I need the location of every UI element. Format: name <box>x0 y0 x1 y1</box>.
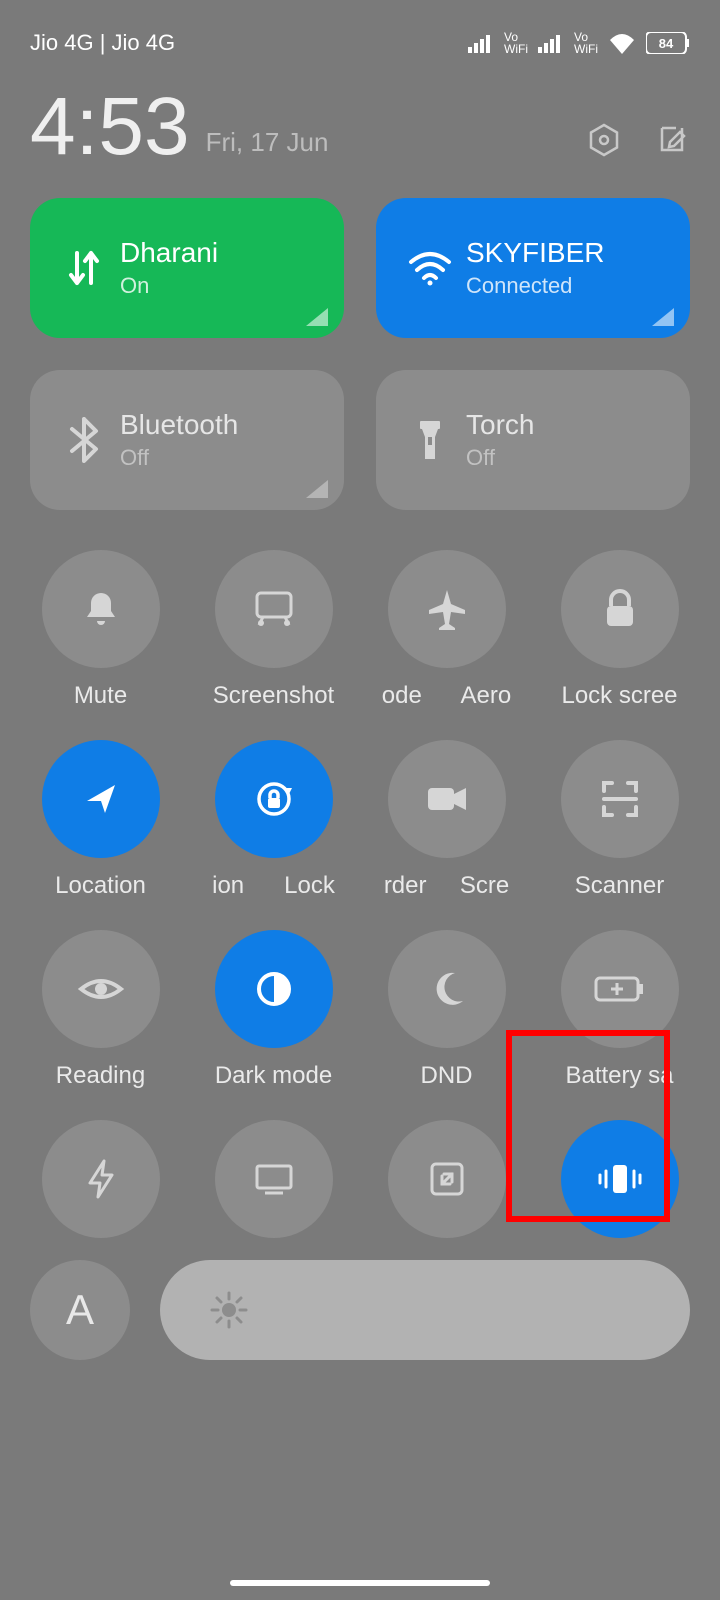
eye-icon <box>77 973 125 1005</box>
bluetooth-icon <box>69 417 99 463</box>
dark-mode-icon <box>253 968 295 1010</box>
moon-icon <box>427 969 467 1009</box>
sun-icon <box>208 1289 250 1331</box>
wifi-icon <box>407 250 453 286</box>
location-icon <box>81 779 121 819</box>
auto-brightness-label: A <box>66 1286 94 1334</box>
lightning-icon <box>84 1157 118 1201</box>
vowifi-indicator-1: VoWiFi <box>504 31 528 55</box>
svg-text:84: 84 <box>659 36 674 51</box>
bluetooth-tile[interactable]: Bluetooth Off <box>30 370 344 510</box>
rotation-lock-icon <box>251 776 297 822</box>
screenshot-icon <box>251 589 297 629</box>
mobile-data-sub: On <box>120 273 218 299</box>
wifi-sub: Connected <box>466 273 604 299</box>
battery-saver-label: Battery sa <box>565 1062 673 1090</box>
lock-screen-toggle[interactable]: Lock scree <box>549 550 690 710</box>
signal-icon <box>468 33 494 53</box>
screen-record-label: rder Scre <box>384 872 509 900</box>
vowifi-indicator-2: VoWiFi <box>574 31 598 55</box>
time-row: 4:53 Fri, 17 Jun <box>0 66 720 198</box>
video-icon <box>424 782 470 816</box>
carrier-label: Jio 4G | Jio 4G <box>30 30 175 56</box>
bell-icon <box>79 587 123 631</box>
mute-toggle[interactable]: Mute <box>30 550 171 710</box>
lock-icon <box>601 588 639 630</box>
floating-window-toggle[interactable] <box>376 1120 517 1238</box>
dark-mode-toggle[interactable]: Dark mode <box>203 930 344 1090</box>
torch-title: Torch <box>466 409 534 441</box>
screenshot-toggle[interactable]: Screenshot <box>203 550 344 710</box>
mobile-data-title: Dharani <box>120 237 218 269</box>
vibrate-icon <box>593 1159 647 1199</box>
expand-tri-icon <box>306 480 328 498</box>
wifi-title: SKYFIBER <box>466 237 604 269</box>
rotation-lock-label: ion Lock <box>212 872 335 900</box>
scanner-label: Scanner <box>575 872 664 900</box>
battery-indicator: 84 <box>646 32 690 54</box>
battery-plus-icon <box>592 972 648 1006</box>
settings-icon[interactable] <box>586 122 622 158</box>
bluetooth-sub: Off <box>120 445 238 471</box>
cast-toggle[interactable] <box>203 1120 344 1238</box>
airplane-icon <box>424 586 470 632</box>
boost-toggle[interactable] <box>30 1120 171 1238</box>
airplane-toggle[interactable]: ode Aero <box>376 550 517 710</box>
home-indicator[interactable] <box>230 1580 490 1586</box>
wifi-icon <box>608 32 636 54</box>
status-bar: Jio 4G | Jio 4G VoWiFi VoWiFi 84 <box>0 0 720 66</box>
dnd-toggle[interactable]: DND <box>376 930 517 1090</box>
floating-window-icon <box>426 1158 468 1200</box>
airplane-label: ode Aero <box>382 682 511 710</box>
dark-mode-label: Dark mode <box>215 1062 332 1090</box>
auto-brightness-toggle[interactable]: A <box>30 1260 130 1360</box>
status-icons: VoWiFi VoWiFi 84 <box>468 31 690 55</box>
lock-screen-label: Lock scree <box>561 682 677 710</box>
clock-date: Fri, 17 Jun <box>206 127 329 158</box>
data-arrows-icon <box>65 245 103 291</box>
rotation-lock-toggle[interactable]: ion Lock <box>203 740 344 900</box>
vibrate-toggle[interactable] <box>549 1120 690 1238</box>
scanner-icon <box>598 777 642 821</box>
reading-mode-toggle[interactable]: Reading <box>30 930 171 1090</box>
expand-tri-icon <box>652 308 674 326</box>
mobile-data-tile[interactable]: Dharani On <box>30 198 344 338</box>
torch-tile[interactable]: Torch Off <box>376 370 690 510</box>
reading-label: Reading <box>56 1062 145 1090</box>
signal-icon <box>538 33 564 53</box>
scanner-toggle[interactable]: Scanner <box>549 740 690 900</box>
dnd-label: DND <box>421 1062 473 1090</box>
wifi-tile[interactable]: SKYFIBER Connected <box>376 198 690 338</box>
location-toggle[interactable]: Location <box>30 740 171 900</box>
edit-icon[interactable] <box>654 122 690 158</box>
screen-record-toggle[interactable]: rder Scre <box>376 740 517 900</box>
location-label: Location <box>55 872 146 900</box>
mute-label: Mute <box>74 682 127 710</box>
expand-tri-icon <box>306 308 328 326</box>
screenshot-label: Screenshot <box>213 682 334 710</box>
brightness-slider[interactable] <box>160 1260 690 1360</box>
bluetooth-title: Bluetooth <box>120 409 238 441</box>
battery-saver-toggle[interactable]: Battery sa <box>549 930 690 1090</box>
torch-sub: Off <box>466 445 534 471</box>
cast-icon <box>251 1160 297 1198</box>
torch-icon <box>416 417 444 463</box>
clock-time: 4:53 <box>30 86 190 168</box>
